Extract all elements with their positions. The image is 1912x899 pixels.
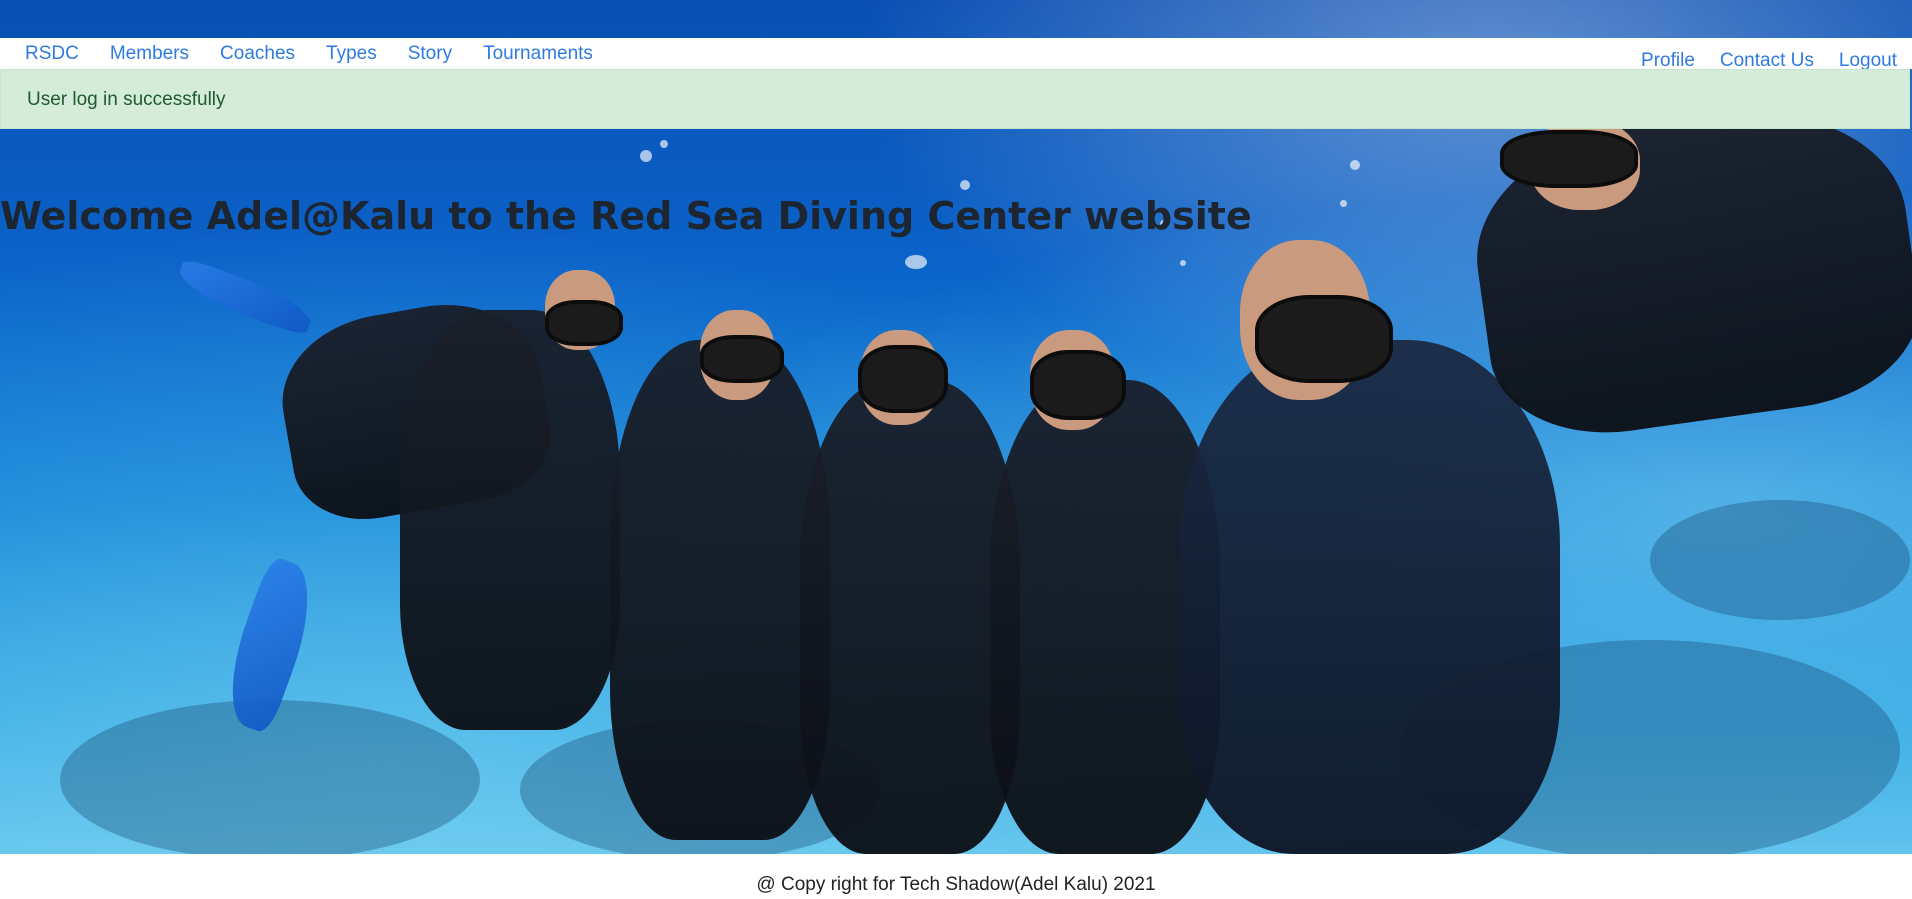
nav-link-types[interactable]: Types [326,43,377,65]
success-alert: User log in successfully [0,69,1910,129]
nav-left: RSDC Members Coaches Types Story Tournam… [25,43,624,65]
nav-link-coaches[interactable]: Coaches [220,43,295,65]
alert-message: User log in successfully [27,89,226,110]
nav-brand-link[interactable]: RSDC [25,43,79,65]
welcome-heading: Welcome Adel@Kalu to the Red Sea Diving … [0,194,1252,238]
navbar: RSDC Members Coaches Types Story Tournam… [0,38,1912,71]
nav-link-tournaments[interactable]: Tournaments [483,43,593,65]
footer: @ Copy right for Tech Shadow(Adel Kalu) … [0,854,1912,899]
nav-link-members[interactable]: Members [110,43,189,65]
nav-link-story[interactable]: Story [408,43,452,65]
page: RSDC Members Coaches Types Story Tournam… [0,0,1912,899]
copyright-text: @ Copy right for Tech Shadow(Adel Kalu) … [756,874,1156,895]
